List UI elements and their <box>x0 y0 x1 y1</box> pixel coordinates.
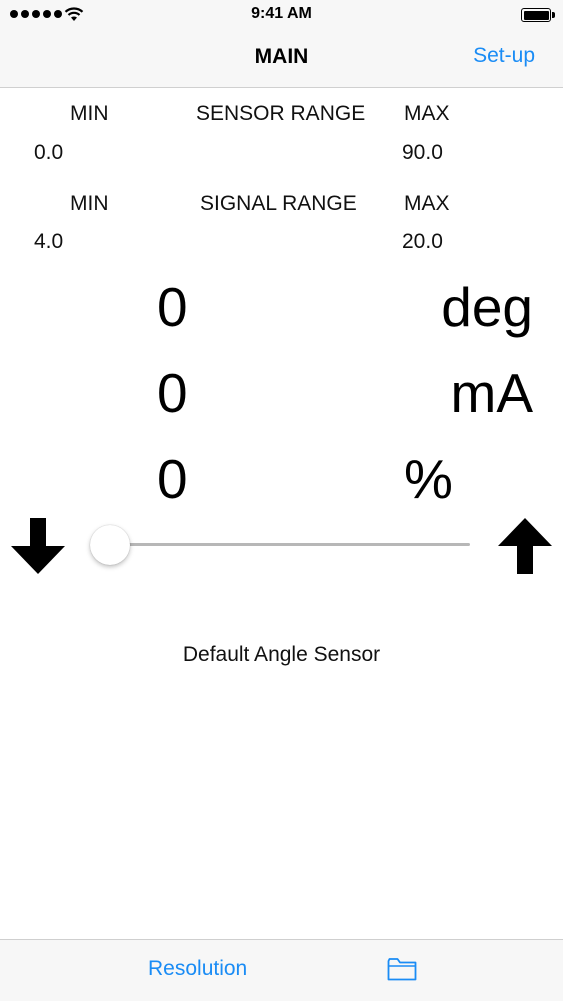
signal-range-min-label: MIN <box>70 192 109 215</box>
sensor-range-min-label: MIN <box>70 102 109 125</box>
sensor-range-min-value: 0.0 <box>34 141 64 164</box>
angle-readout-value: 0 <box>157 276 188 338</box>
signal-range-max-label: MAX <box>404 192 450 215</box>
battery-icon <box>521 8 551 22</box>
signal-range-title: SIGNAL RANGE <box>200 192 357 215</box>
folder-icon[interactable] <box>387 956 417 982</box>
current-readout-unit: mA <box>450 362 534 424</box>
arrow-up-icon[interactable] <box>498 518 552 574</box>
signal-range-max-value: 20.0 <box>402 230 443 253</box>
slider-thumb[interactable] <box>90 525 130 565</box>
arrow-down-icon[interactable] <box>11 518 65 574</box>
angle-readout-unit: deg <box>441 276 533 338</box>
percent-readout-value: 0 <box>157 448 188 510</box>
sensor-name: Default Angle Sensor <box>182 643 381 666</box>
sensor-range-max-label: MAX <box>404 102 450 125</box>
percent-readout-unit: % <box>404 448 453 510</box>
bottom-toolbar <box>0 939 563 1001</box>
resolution-button[interactable]: Resolution <box>148 957 247 981</box>
setup-button[interactable]: Set-up <box>473 44 535 68</box>
current-readout-value: 0 <box>157 362 188 424</box>
status-time: 9:41 AM <box>251 5 312 22</box>
signal-range-min-value: 4.0 <box>34 230 64 253</box>
sensor-range-title: SENSOR RANGE <box>196 102 366 125</box>
sensor-range-max-value: 90.0 <box>402 141 443 164</box>
slider-track[interactable] <box>110 543 470 546</box>
battery-cap <box>552 12 555 18</box>
